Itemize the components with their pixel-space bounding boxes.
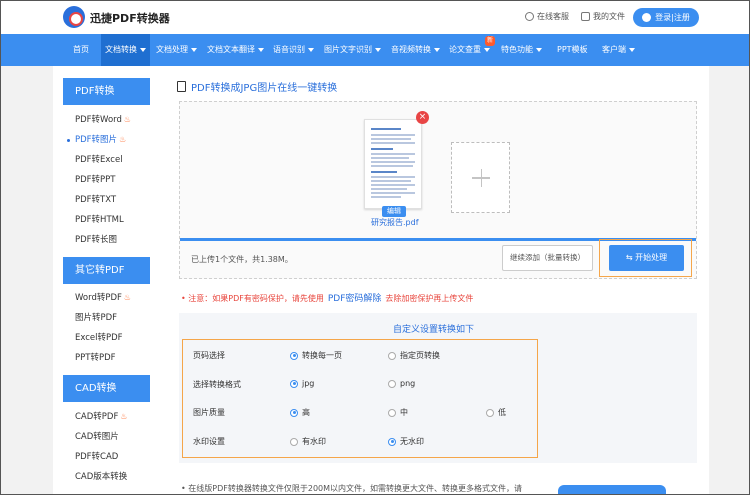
- online-service-label: 在线客服: [537, 12, 569, 21]
- nav-translate[interactable]: 文档文本翻译: [203, 34, 268, 66]
- sidebar-item-pdf-to-word[interactable]: PDF转Word ♨: [63, 113, 150, 127]
- nav-client[interactable]: 客户端: [598, 34, 639, 66]
- sidebar-item-pdf-to-cad[interactable]: PDF转CAD: [63, 450, 150, 464]
- main-nav: 首页 文档转换 文档处理 文档文本翻译 语音识别 图片文字识别 音视频转换 论文…: [1, 34, 749, 66]
- radio-icon: [290, 351, 298, 360]
- add-file-button[interactable]: [451, 142, 510, 213]
- pdf-unlock-link[interactable]: PDF密码解除: [328, 294, 382, 304]
- nav-doc-convert[interactable]: 文档转换: [101, 34, 150, 66]
- radio-icon: [388, 379, 396, 388]
- sidebar-section-cad: CAD转换: [63, 375, 150, 402]
- nav-ppt[interactable]: PPT模板: [553, 34, 592, 66]
- sidebar-item-pdf-to-excel[interactable]: PDF转Excel: [63, 153, 150, 167]
- app-frame: 迅捷PDF转换器 在线客服 我的文件 登录|注册 首页 文档转换 文档处理 文档…: [0, 0, 750, 495]
- chevron-down-icon: [484, 47, 490, 52]
- logo-icon[interactable]: [63, 6, 85, 28]
- document-icon: [177, 81, 186, 92]
- nav-doc-process[interactable]: 文档处理: [152, 34, 201, 66]
- radio-convert-every-page[interactable]: 转换每一页: [290, 350, 342, 361]
- watermark-label: 水印设置: [193, 437, 225, 446]
- radio-png[interactable]: png: [388, 379, 415, 388]
- page-select-label: 页码选择: [193, 351, 225, 360]
- sidebar-item-pdf-to-html[interactable]: PDF转HTML: [63, 213, 150, 227]
- chevron-down-icon: [308, 47, 314, 52]
- nav-av-convert[interactable]: 音视频转换: [387, 34, 444, 66]
- user-icon: [642, 13, 652, 22]
- sidebar-item-excel-to-pdf[interactable]: Excel转PDF: [63, 331, 150, 345]
- chevron-down-icon: [140, 47, 146, 52]
- sidebar-item-pdf-to-txt[interactable]: PDF转TXT: [63, 193, 150, 207]
- chevron-down-icon: [191, 47, 197, 52]
- sidebar-item-cad-version[interactable]: CAD版本转换: [63, 470, 150, 484]
- chevron-down-icon: [375, 47, 381, 52]
- active-dot: [67, 139, 70, 142]
- quality-label: 图片质量: [193, 408, 225, 417]
- new-badge: 新: [485, 36, 495, 46]
- radio-quality-medium[interactable]: 中: [388, 407, 408, 418]
- my-files-link[interactable]: 我的文件: [581, 11, 625, 22]
- sidebar-item-ppt-to-pdf[interactable]: PPT转PDF: [63, 351, 150, 365]
- sidebar-section-to-pdf: 其它转PDF: [63, 257, 150, 284]
- edit-button[interactable]: 编辑: [382, 206, 406, 217]
- sidebar-item-pdf-to-longimage[interactable]: PDF转长图: [63, 233, 150, 247]
- page-title: PDF转换成JPG图片在线一键转换: [177, 79, 337, 94]
- chevron-down-icon: [629, 47, 635, 52]
- sidebar-item-image-to-pdf[interactable]: 图片转PDF: [63, 311, 150, 325]
- remove-file-icon[interactable]: ×: [416, 111, 429, 124]
- settings-title: 自定义设置转换如下: [393, 325, 475, 335]
- pdf-thumbnail[interactable]: [364, 119, 422, 209]
- radio-with-watermark[interactable]: 有水印: [290, 436, 326, 447]
- chevron-down-icon: [434, 47, 440, 52]
- fire-icon: ♨: [123, 115, 132, 124]
- headset-icon: [525, 12, 534, 21]
- radio-no-watermark[interactable]: 无水印: [388, 436, 424, 447]
- radio-icon: [388, 437, 396, 446]
- logo-text[interactable]: 迅捷PDF转换器: [90, 10, 170, 26]
- radio-icon: [388, 351, 396, 360]
- continue-add-button[interactable]: 继续添加（批量转换）: [502, 245, 593, 271]
- radio-icon: [290, 437, 298, 446]
- nav-home[interactable]: 首页: [69, 34, 93, 66]
- settings-highlight: [182, 339, 538, 458]
- sidebar-item-cad-to-pdf[interactable]: CAD转PDF ♨: [63, 410, 150, 424]
- radio-icon: [388, 408, 396, 417]
- radio-icon: [290, 408, 298, 417]
- radio-icon: [290, 379, 298, 388]
- sidebar-item-cad-to-image[interactable]: CAD转图片: [63, 430, 150, 444]
- upload-status: 已上传1个文件，共1.38M。: [191, 255, 293, 264]
- login-label: 登录|注册: [655, 13, 690, 22]
- radio-specific-pages[interactable]: 指定页转换: [388, 350, 440, 361]
- start-process-button[interactable]: ⇆ 开始处理: [609, 245, 684, 271]
- fire-icon: ♨: [123, 293, 132, 302]
- nav-ocr[interactable]: 图片文字识别: [320, 34, 385, 66]
- nav-features[interactable]: 特色功能: [497, 34, 546, 66]
- file-name: 研究报告.pdf: [371, 218, 419, 227]
- online-service-link[interactable]: 在线客服: [525, 11, 569, 22]
- top-header: 迅捷PDF转换器 在线客服 我的文件 登录|注册: [1, 1, 749, 34]
- sidebar-item-pdf-to-ppt[interactable]: PDF转PPT: [63, 173, 150, 187]
- radio-quality-low[interactable]: 低: [486, 407, 506, 418]
- radio-jpg[interactable]: jpg: [290, 379, 314, 388]
- my-files-label: 我的文件: [593, 12, 625, 21]
- nav-voice[interactable]: 语音识别: [269, 34, 318, 66]
- login-register-button[interactable]: 登录|注册: [633, 8, 699, 27]
- chevron-down-icon: [536, 47, 542, 52]
- fire-icon: ♨: [120, 412, 128, 421]
- chevron-down-icon: [258, 47, 264, 52]
- sidebar-item-word-to-pdf[interactable]: Word转PDF ♨: [63, 291, 150, 305]
- fire-icon: ♨: [119, 135, 127, 144]
- download-client-button[interactable]: [558, 485, 666, 494]
- sidebar-item-pdf-to-image[interactable]: PDF转图片 ♨: [63, 133, 150, 147]
- radio-quality-high[interactable]: 高: [290, 407, 310, 418]
- format-label: 选择转换格式: [193, 380, 241, 389]
- password-notice: • 注意：如果PDF有密码保护，请先使用 PDF密码解除 去除加密保护再上传文件: [181, 294, 474, 304]
- file-icon: [581, 12, 590, 21]
- sidebar-section-pdf-convert: PDF转换: [63, 78, 150, 105]
- radio-icon: [486, 408, 494, 417]
